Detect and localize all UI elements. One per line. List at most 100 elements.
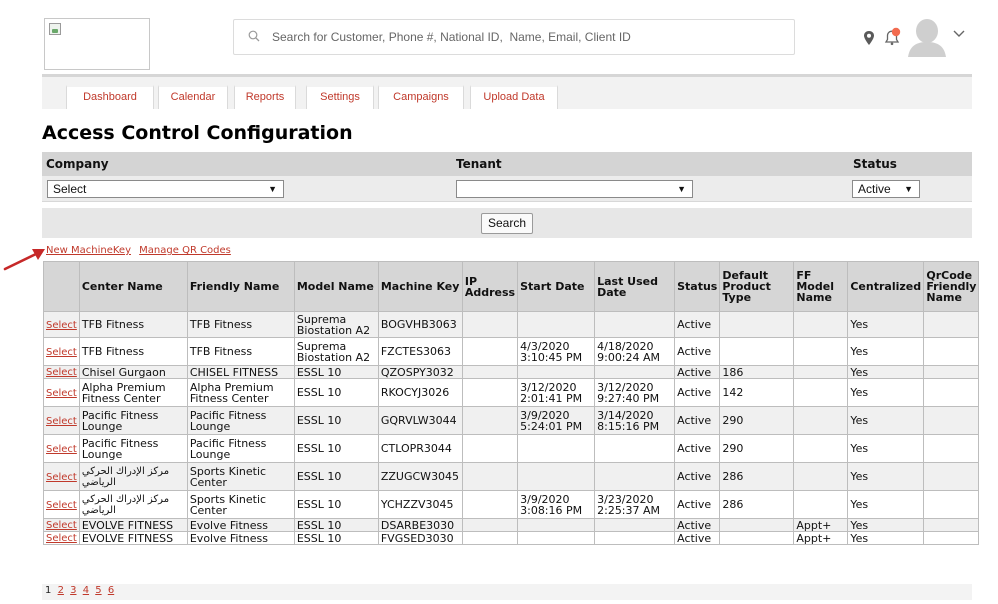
status-select[interactable]: Active ▼ [852,180,920,198]
cell-model: ESSL 10 [293,378,379,407]
tab-upload-data[interactable]: Upload Data [470,85,558,109]
cell-last: 3/23/2020 2:25:37 AM [594,490,676,519]
cell-start-text: 3/9/2020 5:24:01 PM [520,408,583,433]
cell-center: Chisel Gurgaon [78,365,188,379]
avatar-icon[interactable] [906,17,948,57]
annotation-arrow-icon [3,249,45,271]
cell-dpt [719,311,795,338]
select-link[interactable]: Select [46,533,77,544]
cell-last [594,462,676,491]
cell-start-text: 4/3/2020 3:10:45 PM [520,339,583,364]
cell-central-text: Yes [850,442,869,455]
cell-friendly-text: TFB Fitness [189,345,253,358]
cell-friendly-text: CHISEL FITNESS [189,365,279,379]
page-title: Access Control Configuration [42,122,353,144]
page-link-5[interactable]: 5 [95,585,101,596]
cell-dpt-text: 290 [722,414,744,427]
global-search[interactable] [233,19,795,55]
tab-settings[interactable]: Settings [306,85,374,109]
cell-central: Yes [847,462,925,491]
page-link-3[interactable]: 3 [70,585,76,596]
cell-last-text: 4/18/2020 9:00:24 AM [597,339,661,364]
cell-ip [461,518,519,532]
page-link-6[interactable]: 6 [108,585,114,596]
pagination: 1 2 3 4 5 6 [42,584,972,600]
tenant-select[interactable]: ▼ [456,180,693,198]
cell-model: ESSL 10 [293,365,379,379]
cell-central: Yes [847,434,925,463]
cell-status: Active [674,518,721,532]
table-row: Select مركز الإدراك الحركي الرياضي Sports … [43,490,980,519]
location-icon[interactable] [862,30,876,46]
cell-model-text: Suprema Biostation A2 [296,339,371,364]
company-logo[interactable] [44,18,150,70]
search-input[interactable] [270,29,790,45]
cell-central-text: Yes [850,365,869,379]
cell-center-text: TFB Fitness [81,318,145,331]
cell-model-text: Suprema Biostation A2 [296,312,371,337]
filter-row: Select ▼ ▼ Active ▼ [42,176,972,202]
cell-key: QZOSPY3032 [377,365,463,379]
cell-qr [923,462,980,491]
cell-friendly: Pacific Fitness Lounge [186,406,295,435]
cell-key-text: ZZUGCW3045 [380,470,460,483]
cell-ff-text: Appt+ [796,531,832,545]
cell-status-text: Active [677,345,712,358]
status-label: Status [853,157,897,171]
cell-last: 3/14/2020 8:15:16 PM [594,406,676,435]
col-header: QrCode Friendly Name [923,261,980,312]
select-link[interactable]: Select [46,347,77,358]
cell-central: Yes [847,311,925,338]
tab-reports[interactable]: Reports [234,85,296,109]
cell-center-text: مركز الإدراك الحركي الرياضي [81,465,170,488]
select-link[interactable]: Select [46,472,77,483]
cell-key: ZZUGCW3045 [377,462,463,491]
status-select-value: Active [858,182,891,196]
dropdown-arrow-icon: ▼ [268,184,277,194]
page-link-2[interactable]: 2 [58,585,64,596]
search-button[interactable]: Search [481,213,533,234]
cell-key-text: DSARBE3030 [380,518,455,532]
cell-friendly: Sports Kinetic Center [186,462,295,491]
select-link[interactable]: Select [46,500,77,511]
cell-ff [793,311,849,338]
select-link[interactable]: Select [46,367,77,378]
select-link[interactable]: Select [46,416,77,427]
tab-dashboard[interactable]: Dashboard [66,85,154,109]
manage-qr-codes-link[interactable]: Manage QR Codes [139,245,231,256]
select-link[interactable]: Select [46,388,77,399]
cell-ip [461,462,519,491]
cell-qr [923,531,980,545]
select-link[interactable]: Select [46,320,77,331]
cell-model: ESSL 10 [293,490,379,519]
col-header: IP Address [461,261,519,312]
cell-center-text: مركز الإدراك الحركي الرياضي [81,493,170,516]
cell-key: GQRVLW3044 [377,406,463,435]
cell-central-text: Yes [850,345,869,358]
cell-friendly: Evolve Fitness [186,518,295,532]
cell-dpt: 186 [719,365,795,379]
cell-start [517,434,596,463]
cell-dpt-text: 290 [722,442,744,455]
cell-model: ESSL 10 [293,531,379,545]
cell-center: Pacific Fitness Lounge [78,406,188,435]
cell-center: مركز الإدراك الحركي الرياضي [78,462,188,491]
chevron-down-icon[interactable] [952,29,966,39]
cell-friendly: CHISEL FITNESS [186,365,295,379]
cell-status-text: Active [677,498,712,511]
bell-icon[interactable] [882,27,902,47]
select-link[interactable]: Select [46,444,77,455]
tab-campaigns[interactable]: Campaigns [378,85,464,109]
page-link-4[interactable]: 4 [83,585,89,596]
cell-last-text: 3/12/2020 9:27:40 PM [597,380,660,405]
cell-model: ESSL 10 [293,518,379,532]
cell-key-text: FVGSED3030 [380,531,454,545]
tab-calendar[interactable]: Calendar [158,85,228,109]
cell-model: Suprema Biostation A2 [293,311,379,338]
new-machine-key-link[interactable]: New MachineKey [46,245,131,256]
cell-key: BOGVHB3063 [377,311,463,338]
col-header: Friendly Name [186,261,295,312]
cell-last-text: 3/23/2020 2:25:37 AM [597,492,661,517]
select-link[interactable]: Select [46,520,77,531]
company-select[interactable]: Select ▼ [47,180,284,198]
